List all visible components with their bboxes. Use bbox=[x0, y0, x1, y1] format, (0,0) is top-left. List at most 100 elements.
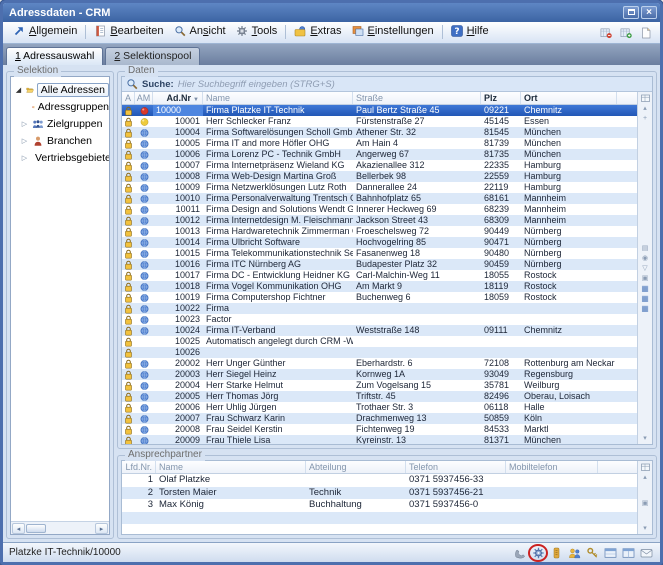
table-row[interactable]: 10016Firma ITC Nürnberg AGBudapester Pla… bbox=[122, 259, 637, 270]
menu-item-allgemein[interactable]: Allgemein bbox=[8, 24, 82, 38]
table-row[interactable]: 10005Firma IT and more Höfler OHGAm Hain… bbox=[122, 138, 637, 149]
table-row[interactable]: 20004Herr Starke HelmutZum Vogelsang 153… bbox=[122, 380, 637, 391]
table-row[interactable]: 10026 bbox=[122, 347, 637, 358]
table-row[interactable]: 20002Herr Unger GüntherEberhardstr. 6721… bbox=[122, 358, 637, 369]
tab-2-selektionspool[interactable]: 2 Selektionspool bbox=[105, 47, 200, 65]
tab-1-adressauswahl[interactable]: 1 Adressauswahl bbox=[6, 47, 103, 65]
scroll-up-icon[interactable]: + bbox=[643, 115, 647, 123]
column-header-lfd-nr[interactable]: Lfd.Nr. bbox=[122, 461, 156, 473]
tree-item-branchen[interactable]: ▷Branchen bbox=[11, 132, 109, 149]
report-icon[interactable] bbox=[549, 546, 564, 560]
menu-item-hilfe[interactable]: ?Hilfe bbox=[446, 24, 494, 38]
grid-tool-icon[interactable]: ▤ bbox=[642, 245, 649, 253]
table-row[interactable]: 10012Firma Internetdesign M. Fleischmann… bbox=[122, 215, 637, 226]
tree-horizontal-scrollbar[interactable]: ◂ ▸ bbox=[11, 521, 109, 534]
window-split-icon[interactable] bbox=[621, 546, 636, 560]
add-record-button[interactable] bbox=[618, 26, 633, 40]
column-header-abteilung[interactable]: Abteilung bbox=[306, 461, 406, 473]
contact-row[interactable]: 3Max KönigBuchhaltung0371 5937456-0 bbox=[122, 499, 637, 512]
table-row[interactable]: 20003Herr Siegel HeinzKornweg 1A93049Reg… bbox=[122, 369, 637, 380]
table-row[interactable]: 10000Firma Platzke IT-TechnikPaul Bertz … bbox=[122, 105, 637, 116]
column-header-telefon[interactable]: Telefon bbox=[406, 461, 506, 473]
table-row[interactable]: 10008Firma Web-Design Martina GroßBeller… bbox=[122, 171, 637, 182]
column-header-mobiltelefon[interactable]: Mobiltelefon bbox=[506, 461, 598, 473]
tree-item-vertriebsgebiete[interactable]: ▷Vertriebsgebiete bbox=[11, 149, 109, 166]
menu-item-extras[interactable]: Extras bbox=[289, 24, 346, 38]
window-layout-icon[interactable] bbox=[603, 546, 618, 560]
permissions-key-icon[interactable] bbox=[585, 546, 600, 560]
expander-icon[interactable]: ▷ bbox=[20, 154, 29, 162]
scrollbar-thumb[interactable] bbox=[26, 524, 46, 533]
table-row[interactable]: 10001Herr Schlecker FranzFürstenstraße 2… bbox=[122, 116, 637, 127]
grid-tool-icon[interactable]: ▽ bbox=[642, 265, 647, 273]
expander-icon[interactable]: ◢ bbox=[14, 86, 23, 94]
contact-row[interactable]: 1Olaf Platzke0371 5937456-33 bbox=[122, 474, 637, 487]
column-header-plz[interactable]: Plz bbox=[481, 92, 521, 104]
restore-button[interactable] bbox=[623, 6, 639, 19]
contact-row-empty[interactable] bbox=[122, 512, 637, 525]
contacts-table-scrollbar[interactable]: ▴ ▣ ▾ bbox=[637, 461, 652, 534]
table-row[interactable]: 10011Firma Design and Solutions Wendt Gm… bbox=[122, 204, 637, 215]
column-header-name[interactable]: Name bbox=[156, 461, 306, 473]
scroll-right-button[interactable]: ▸ bbox=[95, 523, 108, 534]
table-row[interactable]: 10019Firma Computershop FichtnerBuchenwe… bbox=[122, 292, 637, 303]
menu-item-tools[interactable]: Tools bbox=[231, 24, 283, 38]
address-table-scrollbar[interactable]: ▴ + ▤ ◉ ▽ ▣ ▦ ▦ ▦ ▾ bbox=[637, 92, 652, 444]
search-input[interactable] bbox=[178, 78, 648, 90]
close-button[interactable] bbox=[641, 6, 657, 19]
grid-view-icon[interactable]: ▦ bbox=[641, 295, 649, 303]
workflow-gear-icon[interactable] bbox=[531, 546, 546, 560]
table-row[interactable]: 20008Frau Seidel KerstinFichtenweg 19845… bbox=[122, 424, 637, 435]
menu-item-ansicht[interactable]: Ansicht bbox=[169, 24, 231, 38]
table-row[interactable]: 10010Firma Personalverwaltung Trentsch G… bbox=[122, 193, 637, 204]
table-row[interactable]: 10014Firma Ulbricht SoftwareHochvogelrin… bbox=[122, 237, 637, 248]
scroll-left-button[interactable]: ◂ bbox=[12, 523, 25, 534]
menu-item-einstellungen[interactable]: Einstellungen bbox=[347, 24, 439, 38]
table-row[interactable]: 10007Firma Internetpräsenz Wieland KGAka… bbox=[122, 160, 637, 171]
table-row[interactable]: 20007Frau Schwarz KarinDrachmenweg 13508… bbox=[122, 413, 637, 424]
scroll-down-icon[interactable]: ▾ bbox=[643, 525, 647, 533]
table-row[interactable]: 10013Firma Hardwaretechnik Zimmerman OHG… bbox=[122, 226, 637, 237]
phone-icon[interactable] bbox=[513, 546, 528, 560]
expander-icon[interactable]: ▷ bbox=[20, 137, 29, 145]
contact-row[interactable]: 2Torsten MaierTechnik0371 5937456-21 bbox=[122, 487, 637, 500]
scroll-up-icon[interactable]: ▴ bbox=[643, 474, 647, 482]
table-row[interactable]: 10015Firma Telekommunikationstechnik Sei… bbox=[122, 248, 637, 259]
table-row[interactable]: 10023Factor bbox=[122, 314, 637, 325]
column-chooser-icon[interactable] bbox=[640, 93, 651, 103]
table-row[interactable]: 10018Firma Vogel Kommunikation OHGAm Mar… bbox=[122, 281, 637, 292]
column-header-name[interactable]: Name bbox=[203, 92, 353, 104]
column-header-ort[interactable]: Ort bbox=[521, 92, 617, 104]
table-row[interactable]: 10024Firma IT-VerbandWeststraße 14809111… bbox=[122, 325, 637, 336]
new-document-button[interactable] bbox=[638, 26, 653, 40]
table-row[interactable]: 10017Firma DC - Entwicklung Heidner KGCa… bbox=[122, 270, 637, 281]
column-chooser-icon[interactable] bbox=[640, 462, 651, 472]
column-header-a[interactable]: A bbox=[122, 92, 135, 104]
scroll-up-icon[interactable]: ▴ bbox=[643, 105, 647, 113]
grid-view-icon[interactable]: ▦ bbox=[641, 305, 649, 313]
tree-item-alle-adressen[interactable]: ◢Alle Adressen bbox=[11, 81, 109, 98]
table-row[interactable]: 20005Herr Thomas JörgTriftstr. 4582496Ob… bbox=[122, 391, 637, 402]
grid-tool-icon[interactable]: ▣ bbox=[642, 500, 649, 508]
expander-icon[interactable]: ▷ bbox=[20, 120, 29, 128]
table-row[interactable]: 10022Firma bbox=[122, 303, 637, 314]
remove-record-button[interactable] bbox=[598, 26, 613, 40]
contact-row-empty[interactable] bbox=[122, 524, 637, 534]
table-row[interactable]: 10025Automatisch angelegt durch CRM -Wie… bbox=[122, 336, 637, 347]
tree-item-zielgruppen[interactable]: ▷Zielgruppen bbox=[11, 115, 109, 132]
tree-item-adressgruppen[interactable]: Adressgruppen bbox=[11, 98, 109, 115]
users-icon[interactable] bbox=[567, 546, 582, 560]
menu-item-bearbeiten[interactable]: Bearbeiten bbox=[89, 24, 168, 38]
grid-tool-icon[interactable]: ◉ bbox=[642, 255, 648, 263]
column-header-am[interactable]: AM bbox=[135, 92, 153, 104]
column-header-straße[interactable]: Straße bbox=[353, 92, 481, 104]
table-row[interactable]: 10009Firma Netzwerklösungen Lutz RothDan… bbox=[122, 182, 637, 193]
table-row[interactable]: 20009Frau Thiele LisaKyreinstr. 1381371M… bbox=[122, 435, 637, 444]
table-row[interactable]: 20006Herr Uhlig JürgenTrothaer Str. 3061… bbox=[122, 402, 637, 413]
scroll-down-icon[interactable]: ▾ bbox=[643, 435, 647, 443]
grid-view-icon[interactable]: ▦ bbox=[641, 285, 649, 293]
column-header-ad-nr[interactable]: Ad.Nr▼ bbox=[153, 92, 203, 104]
mail-icon[interactable] bbox=[639, 546, 654, 560]
grid-tool-icon[interactable]: ▣ bbox=[642, 275, 649, 283]
table-row[interactable]: 10004Firma Softwarelösungen Scholl GmbHA… bbox=[122, 127, 637, 138]
